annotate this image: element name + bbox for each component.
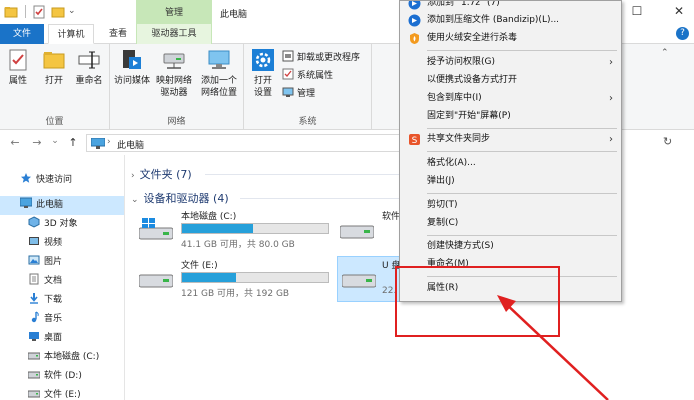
explorer-window: { "titlebar": { "context_tab": "管理", "ti… [0, 0, 694, 400]
pointer-arrow-icon [497, 295, 609, 400]
